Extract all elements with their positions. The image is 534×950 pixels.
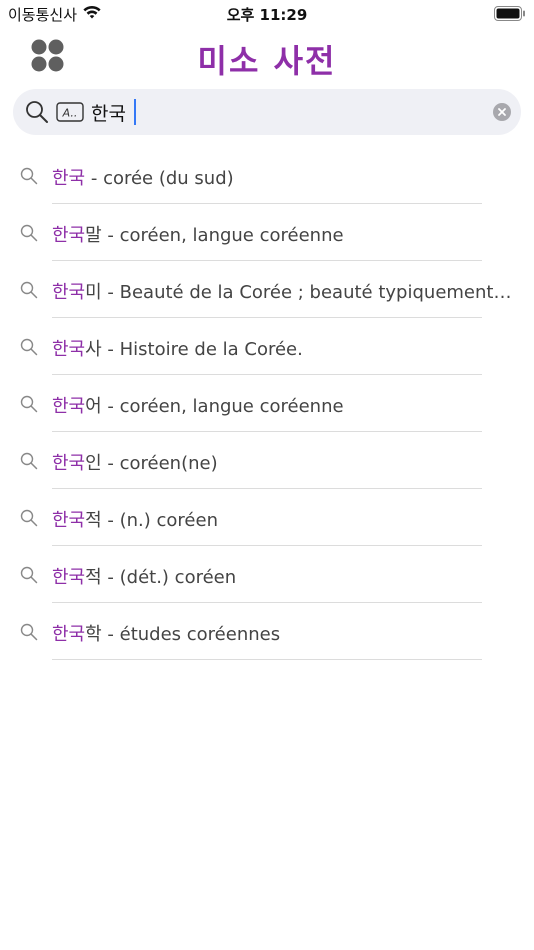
search-icon bbox=[20, 395, 38, 413]
search-icon bbox=[20, 509, 38, 527]
result-match: 한국 bbox=[52, 567, 86, 588]
search-icon bbox=[20, 224, 38, 242]
result-item[interactable]: 한국 - corée (du sud) bbox=[0, 147, 534, 204]
result-definition: 말 - coréen, langue coréenne bbox=[85, 225, 344, 246]
app-title: 미소 사전 bbox=[197, 42, 337, 80]
search-icon bbox=[20, 281, 38, 299]
result-text: 한국적 - (dét.) coréen bbox=[52, 563, 514, 589]
result-definition: 학 - études coréennes bbox=[85, 624, 281, 645]
result-match: 한국 bbox=[52, 396, 86, 417]
result-text: 한국적 - (n.) coréen bbox=[52, 506, 514, 532]
result-definition: 적 - (n.) coréen bbox=[85, 510, 218, 531]
divider bbox=[52, 659, 482, 660]
result-match: 한국 bbox=[52, 339, 86, 360]
result-definition: 인 - coréen(ne) bbox=[85, 453, 218, 474]
text-caret bbox=[134, 99, 136, 125]
status-time: 오후 11:29 bbox=[226, 6, 308, 24]
result-match: 한국 bbox=[52, 168, 86, 189]
result-item[interactable]: 한국미 - Beauté de la Corée ; beauté typiqu… bbox=[0, 261, 534, 318]
result-match: 한국 bbox=[52, 510, 86, 531]
result-item[interactable]: 한국사 - Histoire de la Corée. bbox=[0, 318, 534, 375]
clear-search-button[interactable] bbox=[493, 103, 511, 121]
handwriting-input-icon[interactable]: A.. bbox=[56, 102, 84, 122]
result-item[interactable]: 한국학 - études coréennes bbox=[0, 603, 534, 660]
result-item[interactable]: 한국적 - (dét.) coréen bbox=[0, 546, 534, 603]
search-icon bbox=[20, 623, 38, 641]
result-item[interactable]: 한국말 - coréen, langue coréenne bbox=[0, 204, 534, 261]
result-text: 한국어 - coréen, langue coréenne bbox=[52, 392, 514, 418]
result-text: 한국인 - coréen(ne) bbox=[52, 449, 514, 475]
result-definition: - corée (du sud) bbox=[85, 168, 234, 189]
result-item[interactable]: 한국인 - coréen(ne) bbox=[0, 432, 534, 489]
result-text: 한국학 - études coréennes bbox=[52, 620, 514, 646]
result-match: 한국 bbox=[52, 225, 86, 246]
result-text: 한국미 - Beauté de la Corée ; beauté typiqu… bbox=[52, 278, 514, 304]
search-icon bbox=[20, 338, 38, 356]
result-definition: 사 - Histoire de la Corée. bbox=[85, 339, 303, 360]
search-icon bbox=[20, 452, 38, 470]
result-text: 한국사 - Histoire de la Corée. bbox=[52, 335, 514, 361]
search-icon bbox=[20, 167, 38, 185]
result-definition: 미 - Beauté de la Corée ; beauté typiquem… bbox=[85, 282, 514, 303]
search-icon bbox=[26, 101, 48, 123]
handwriting-label: A.. bbox=[62, 107, 78, 120]
result-match: 한국 bbox=[52, 453, 86, 474]
result-text: 한국 - corée (du sud) bbox=[52, 164, 514, 190]
result-definition: 적 - (dét.) coréen bbox=[85, 567, 237, 588]
status-bar: 이동통신사 오후 11:29 bbox=[0, 0, 534, 28]
result-item[interactable]: 한국어 - coréen, langue coréenne bbox=[0, 375, 534, 432]
search-results-list: 한국 - corée (du sud) 한국말 - coréen, langue… bbox=[0, 147, 534, 660]
result-definition: 어 - coréen, langue coréenne bbox=[85, 396, 344, 417]
battery-icon bbox=[494, 6, 525, 21]
search-input[interactable] bbox=[91, 97, 491, 127]
search-bar[interactable]: A.. bbox=[13, 89, 521, 135]
app-header: 미소 사전 bbox=[0, 30, 534, 82]
result-match: 한국 bbox=[52, 282, 86, 303]
result-match: 한국 bbox=[52, 624, 86, 645]
search-icon bbox=[20, 566, 38, 584]
result-item[interactable]: 한국적 - (n.) coréen bbox=[0, 489, 534, 546]
result-text: 한국말 - coréen, langue coréenne bbox=[52, 221, 514, 247]
close-icon bbox=[498, 108, 506, 116]
